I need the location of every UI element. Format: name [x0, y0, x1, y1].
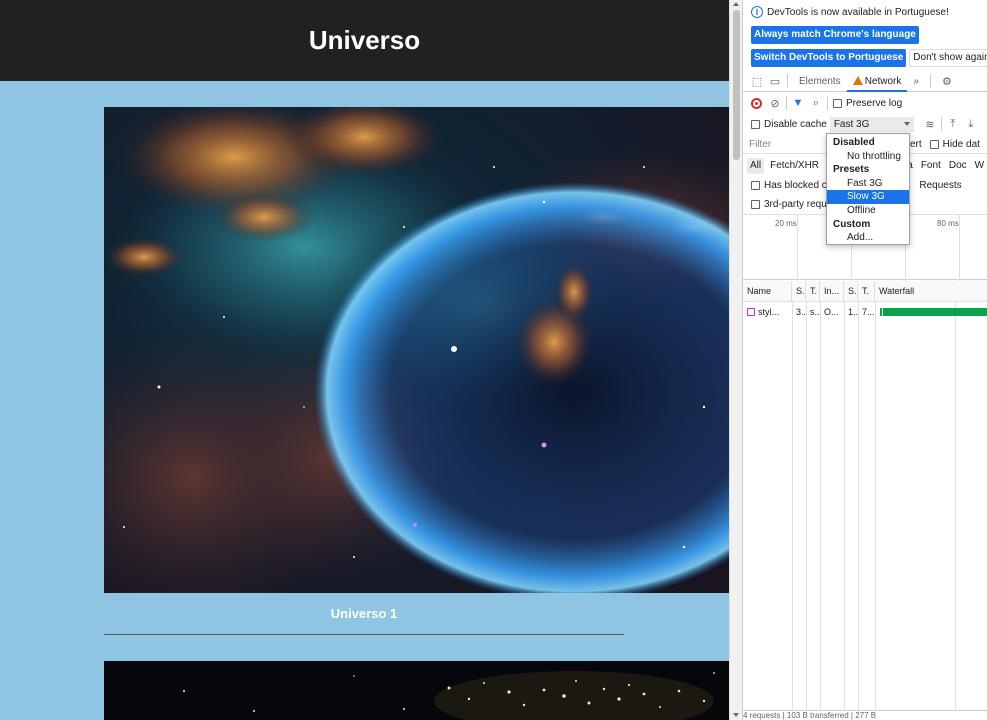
import-har-icon[interactable]: ⤒	[947, 118, 959, 131]
dont-show-again-button[interactable]: Don't show again	[909, 49, 987, 67]
menu-item[interactable]: No throttling	[827, 150, 909, 164]
column-header-size[interactable]: S.	[844, 281, 858, 302]
language-banner: i DevTools is now available in Portugues…	[743, 4, 987, 20]
banner-actions-1: Always match Chrome's language	[743, 26, 987, 44]
stylesheet-icon	[747, 308, 755, 316]
blocked-requests-label: Requests	[919, 179, 962, 191]
search-icon[interactable]: ⌕	[810, 97, 822, 110]
menu-group-header: Disabled	[833, 137, 875, 148]
nebula-image	[104, 107, 729, 593]
banner-actions-2: Switch DevTools to Portuguese Don't show…	[743, 49, 987, 67]
warning-icon	[852, 75, 863, 85]
chevron-down-icon	[903, 122, 910, 126]
type-ws[interactable]: W	[972, 158, 987, 174]
clear-icon[interactable]: ⊘	[769, 97, 781, 110]
universe-image-1	[104, 107, 729, 593]
more-tabs-button[interactable]: »	[907, 71, 925, 92]
device-toolbar-icon[interactable]: ▭	[768, 75, 782, 88]
waterfall-tick	[880, 308, 882, 316]
divider	[104, 634, 624, 635]
column-header-time[interactable]: T.	[858, 281, 875, 302]
column-header-waterfall[interactable]: Waterfall	[875, 281, 987, 302]
has-blocked-label: Has blocked co	[764, 179, 833, 191]
devtools-panel: i DevTools is now available in Portugues…	[742, 0, 987, 720]
waterfall-bar	[883, 308, 987, 316]
cell-status: 3..	[796, 307, 806, 317]
cell-size: 1..	[848, 307, 858, 317]
tab-elements[interactable]: Elements	[793, 71, 847, 92]
type-all[interactable]: All	[747, 158, 765, 174]
cell-initiator: O...	[824, 307, 839, 317]
filter-icon[interactable]: ▼	[792, 97, 804, 109]
banner-text: DevTools is now available in Portuguese!	[767, 6, 949, 18]
filter-input[interactable]: Filter	[749, 139, 819, 150]
switch-to-portuguese-button[interactable]: Switch DevTools to Portuguese	[751, 49, 907, 67]
image-caption: Universo 1	[330, 606, 398, 621]
network-toolbar: ⊘ ▼ ⌕ Preserve log	[743, 94, 987, 112]
column-header-initiator[interactable]: In...	[820, 281, 844, 302]
column-header-name[interactable]: Name	[743, 281, 792, 302]
menu-item[interactable]: Offline	[827, 204, 909, 218]
network-requests-table: Name S. T. In... S. T. Waterfall styl...…	[743, 281, 987, 720]
timeline-tick-label: 20 ms	[775, 219, 797, 228]
hide-data-urls-checkbox[interactable]	[929, 140, 939, 149]
type-font[interactable]: Font	[918, 158, 944, 174]
page-title: Universo	[308, 25, 421, 55]
site-header: Universo	[0, 0, 729, 81]
menu-item[interactable]: Slow 3G	[827, 190, 909, 204]
throttling-select[interactable]: Fast 3G	[829, 116, 914, 132]
preserve-log-checkbox[interactable]	[833, 98, 842, 108]
cell-name: styl...	[743, 303, 792, 321]
page-scrollbar[interactable]	[729, 0, 742, 720]
type-fetch-xhr[interactable]: Fetch/XHR	[767, 158, 822, 174]
record-icon[interactable]	[751, 97, 762, 109]
scroll-down-arrow-icon[interactable]	[733, 713, 739, 717]
always-match-language-button[interactable]: Always match Chrome's language	[751, 26, 919, 44]
galaxy-image	[104, 661, 729, 720]
cell-type: s...	[810, 307, 820, 317]
third-party-checkbox[interactable]	[751, 199, 760, 209]
type-doc[interactable]: Doc	[946, 158, 970, 174]
settings-gear-icon[interactable]: ⚙	[940, 75, 954, 88]
export-har-icon[interactable]: ⤓	[965, 118, 977, 131]
menu-item[interactable]: Fast 3G	[827, 177, 909, 191]
column-header-status[interactable]: S.	[792, 281, 806, 302]
universe-image-2	[104, 661, 729, 720]
info-icon: i	[751, 6, 763, 18]
network-conditions-icon[interactable]: ≋	[924, 118, 936, 131]
inspect-element-icon[interactable]: ⬚	[750, 75, 764, 88]
disable-cache-checkbox[interactable]	[751, 119, 760, 129]
scroll-up-arrow-icon[interactable]	[733, 2, 739, 6]
menu-item[interactable]: Add...	[827, 231, 909, 245]
scrollbar-thumb[interactable]	[733, 10, 740, 160]
throttling-dropdown-menu: Disabled No throttling Presets Fast 3G Slow …	[826, 133, 910, 245]
hide-data-urls-label: Hide dat	[942, 139, 980, 150]
disable-cache-label: Disable cache	[764, 118, 827, 130]
timeline-tick-label: 80 ms	[937, 219, 959, 228]
third-party-label: 3rd-party requ	[764, 198, 827, 210]
devtools-tab-bar: ⬚ ▭ Elements Network » ⚙	[743, 71, 987, 92]
network-toolbar-2: Disable cache Fast 3G ≋ ⤒ ⤓	[743, 115, 987, 133]
menu-group-header: Custom	[833, 218, 871, 230]
tab-network[interactable]: Network	[846, 71, 908, 92]
preserve-log-label: Preserve log	[846, 97, 903, 109]
cell-time: 7...	[862, 307, 875, 317]
menu-group-header: Presets	[833, 164, 870, 176]
network-status-bar: 4 requests | 103 B transferred | 277 B	[743, 710, 987, 720]
has-blocked-cookies-checkbox[interactable]	[751, 180, 760, 190]
web-page: Universo Universo 1	[0, 0, 729, 720]
column-header-type[interactable]: T.	[806, 281, 820, 302]
